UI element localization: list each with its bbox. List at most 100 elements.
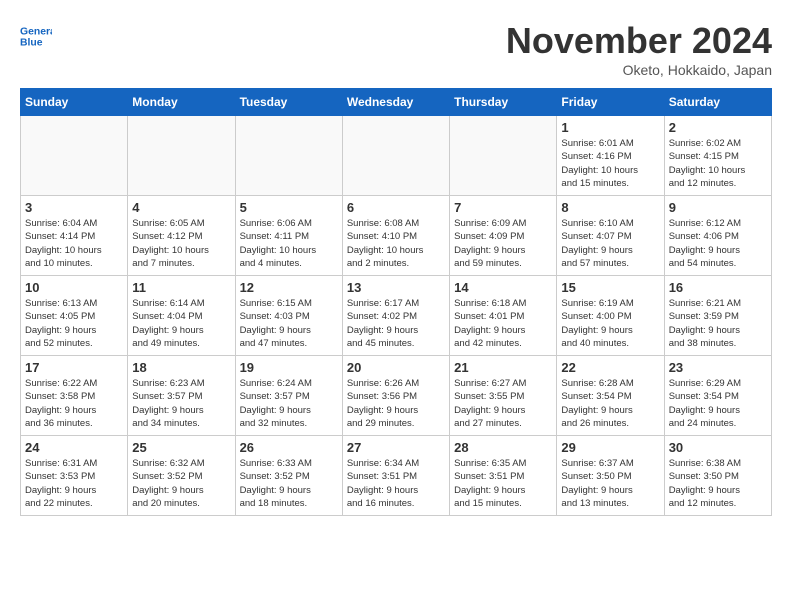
calendar-cell: 19 Sunrise: 6:24 AM Sunset: 3:57 PM Dayli… (235, 356, 342, 436)
day-info: Sunrise: 6:35 AM Sunset: 3:51 PM Dayligh… (454, 457, 552, 510)
calendar-cell (235, 116, 342, 196)
day-info: Sunrise: 6:27 AM Sunset: 3:55 PM Dayligh… (454, 377, 552, 430)
day-info: Sunrise: 6:04 AM Sunset: 4:14 PM Dayligh… (25, 217, 123, 270)
day-info: Sunrise: 6:17 AM Sunset: 4:02 PM Dayligh… (347, 297, 445, 350)
weekday-header: Friday (557, 89, 664, 116)
day-info: Sunrise: 6:02 AM Sunset: 4:15 PM Dayligh… (669, 137, 767, 190)
day-info: Sunrise: 6:37 AM Sunset: 3:50 PM Dayligh… (561, 457, 659, 510)
title-block: November 2024 Oketo, Hokkaido, Japan (506, 20, 772, 78)
day-info: Sunrise: 6:15 AM Sunset: 4:03 PM Dayligh… (240, 297, 338, 350)
calendar-week: 10 Sunrise: 6:13 AM Sunset: 4:05 PM Dayli… (21, 276, 772, 356)
day-info: Sunrise: 6:32 AM Sunset: 3:52 PM Dayligh… (132, 457, 230, 510)
day-info: Sunrise: 6:31 AM Sunset: 3:53 PM Dayligh… (25, 457, 123, 510)
day-number: 2 (669, 120, 767, 135)
calendar-cell: 10 Sunrise: 6:13 AM Sunset: 4:05 PM Dayli… (21, 276, 128, 356)
day-number: 26 (240, 440, 338, 455)
day-number: 18 (132, 360, 230, 375)
day-number: 13 (347, 280, 445, 295)
day-number: 7 (454, 200, 552, 215)
day-number: 22 (561, 360, 659, 375)
day-info: Sunrise: 6:08 AM Sunset: 4:10 PM Dayligh… (347, 217, 445, 270)
day-info: Sunrise: 6:29 AM Sunset: 3:54 PM Dayligh… (669, 377, 767, 430)
day-number: 25 (132, 440, 230, 455)
day-info: Sunrise: 6:09 AM Sunset: 4:09 PM Dayligh… (454, 217, 552, 270)
calendar-cell: 2 Sunrise: 6:02 AM Sunset: 4:15 PM Daylig… (664, 116, 771, 196)
day-info: Sunrise: 6:13 AM Sunset: 4:05 PM Dayligh… (25, 297, 123, 350)
page-header: General Blue November 2024 Oketo, Hokkai… (20, 20, 772, 78)
calendar-cell (128, 116, 235, 196)
day-number: 23 (669, 360, 767, 375)
day-number: 12 (240, 280, 338, 295)
calendar-cell: 3Sunrise: 6:04 AM Sunset: 4:14 PM Daylig… (21, 196, 128, 276)
calendar-cell: 24 Sunrise: 6:31 AM Sunset: 3:53 PM Dayli… (21, 436, 128, 516)
day-number: 9 (669, 200, 767, 215)
day-number: 4 (132, 200, 230, 215)
calendar-cell: 15 Sunrise: 6:19 AM Sunset: 4:00 PM Dayli… (557, 276, 664, 356)
weekday-header: Tuesday (235, 89, 342, 116)
day-info: Sunrise: 6:24 AM Sunset: 3:57 PM Dayligh… (240, 377, 338, 430)
day-number: 29 (561, 440, 659, 455)
calendar-cell: 26 Sunrise: 6:33 AM Sunset: 3:52 PM Dayli… (235, 436, 342, 516)
day-info: Sunrise: 6:28 AM Sunset: 3:54 PM Dayligh… (561, 377, 659, 430)
calendar-cell: 1Sunrise: 6:01 AM Sunset: 4:16 PM Daylig… (557, 116, 664, 196)
day-number: 6 (347, 200, 445, 215)
day-number: 30 (669, 440, 767, 455)
day-number: 17 (25, 360, 123, 375)
day-number: 24 (25, 440, 123, 455)
svg-text:General: General (20, 26, 52, 37)
svg-text:Blue: Blue (20, 38, 43, 49)
day-info: Sunrise: 6:34 AM Sunset: 3:51 PM Dayligh… (347, 457, 445, 510)
day-info: Sunrise: 6:22 AM Sunset: 3:58 PM Dayligh… (25, 377, 123, 430)
calendar-cell: 12 Sunrise: 6:15 AM Sunset: 4:03 PM Dayli… (235, 276, 342, 356)
calendar-cell: 8Sunrise: 6:10 AM Sunset: 4:07 PM Daylig… (557, 196, 664, 276)
calendar-cell: 22 Sunrise: 6:28 AM Sunset: 3:54 PM Dayli… (557, 356, 664, 436)
calendar-cell: 5Sunrise: 6:06 AM Sunset: 4:11 PM Daylig… (235, 196, 342, 276)
weekday-header: Saturday (664, 89, 771, 116)
logo: General Blue (20, 20, 52, 52)
day-info: Sunrise: 6:06 AM Sunset: 4:11 PM Dayligh… (240, 217, 338, 270)
calendar-cell: 27 Sunrise: 6:34 AM Sunset: 3:51 PM Dayli… (342, 436, 449, 516)
day-number: 14 (454, 280, 552, 295)
calendar-cell: 20Sunrise: 6:26 AM Sunset: 3:56 PM Dayli… (342, 356, 449, 436)
calendar-cell: 6 Sunrise: 6:08 AM Sunset: 4:10 PM Daylig… (342, 196, 449, 276)
calendar-header: SundayMondayTuesdayWednesdayThursdayFrid… (21, 89, 772, 116)
day-info: Sunrise: 6:14 AM Sunset: 4:04 PM Dayligh… (132, 297, 230, 350)
calendar-table: SundayMondayTuesdayWednesdayThursdayFrid… (20, 88, 772, 516)
day-number: 10 (25, 280, 123, 295)
day-number: 19 (240, 360, 338, 375)
day-number: 28 (454, 440, 552, 455)
day-number: 16 (669, 280, 767, 295)
calendar-cell: 28 Sunrise: 6:35 AM Sunset: 3:51 PM Dayli… (450, 436, 557, 516)
day-number: 27 (347, 440, 445, 455)
day-number: 15 (561, 280, 659, 295)
day-info: Sunrise: 6:05 AM Sunset: 4:12 PM Dayligh… (132, 217, 230, 270)
calendar-week: 1Sunrise: 6:01 AM Sunset: 4:16 PM Daylig… (21, 116, 772, 196)
day-number: 8 (561, 200, 659, 215)
day-number: 20 (347, 360, 445, 375)
calendar-cell: 4 Sunrise: 6:05 AM Sunset: 4:12 PM Daylig… (128, 196, 235, 276)
weekday-header: Thursday (450, 89, 557, 116)
location: Oketo, Hokkaido, Japan (506, 62, 772, 78)
calendar-cell: 18 Sunrise: 6:23 AM Sunset: 3:57 PM Dayli… (128, 356, 235, 436)
calendar-week: 24 Sunrise: 6:31 AM Sunset: 3:53 PM Dayli… (21, 436, 772, 516)
calendar-cell: 14 Sunrise: 6:18 AM Sunset: 4:01 PM Dayli… (450, 276, 557, 356)
calendar-week: 3Sunrise: 6:04 AM Sunset: 4:14 PM Daylig… (21, 196, 772, 276)
day-info: Sunrise: 6:12 AM Sunset: 4:06 PM Dayligh… (669, 217, 767, 270)
weekday-header: Monday (128, 89, 235, 116)
logo-icon: General Blue (20, 20, 52, 52)
day-info: Sunrise: 6:38 AM Sunset: 3:50 PM Dayligh… (669, 457, 767, 510)
day-info: Sunrise: 6:19 AM Sunset: 4:00 PM Dayligh… (561, 297, 659, 350)
calendar-cell: 16Sunrise: 6:21 AM Sunset: 3:59 PM Dayli… (664, 276, 771, 356)
calendar-cell (342, 116, 449, 196)
day-info: Sunrise: 6:18 AM Sunset: 4:01 PM Dayligh… (454, 297, 552, 350)
day-number: 11 (132, 280, 230, 295)
calendar-week: 17 Sunrise: 6:22 AM Sunset: 3:58 PM Dayli… (21, 356, 772, 436)
calendar-cell: 9 Sunrise: 6:12 AM Sunset: 4:06 PM Daylig… (664, 196, 771, 276)
calendar-cell: 7 Sunrise: 6:09 AM Sunset: 4:09 PM Daylig… (450, 196, 557, 276)
calendar-cell: 30 Sunrise: 6:38 AM Sunset: 3:50 PM Dayli… (664, 436, 771, 516)
calendar-cell: 29 Sunrise: 6:37 AM Sunset: 3:50 PM Dayli… (557, 436, 664, 516)
calendar-cell (450, 116, 557, 196)
day-info: Sunrise: 6:33 AM Sunset: 3:52 PM Dayligh… (240, 457, 338, 510)
day-info: Sunrise: 6:23 AM Sunset: 3:57 PM Dayligh… (132, 377, 230, 430)
calendar-cell: 17 Sunrise: 6:22 AM Sunset: 3:58 PM Dayli… (21, 356, 128, 436)
